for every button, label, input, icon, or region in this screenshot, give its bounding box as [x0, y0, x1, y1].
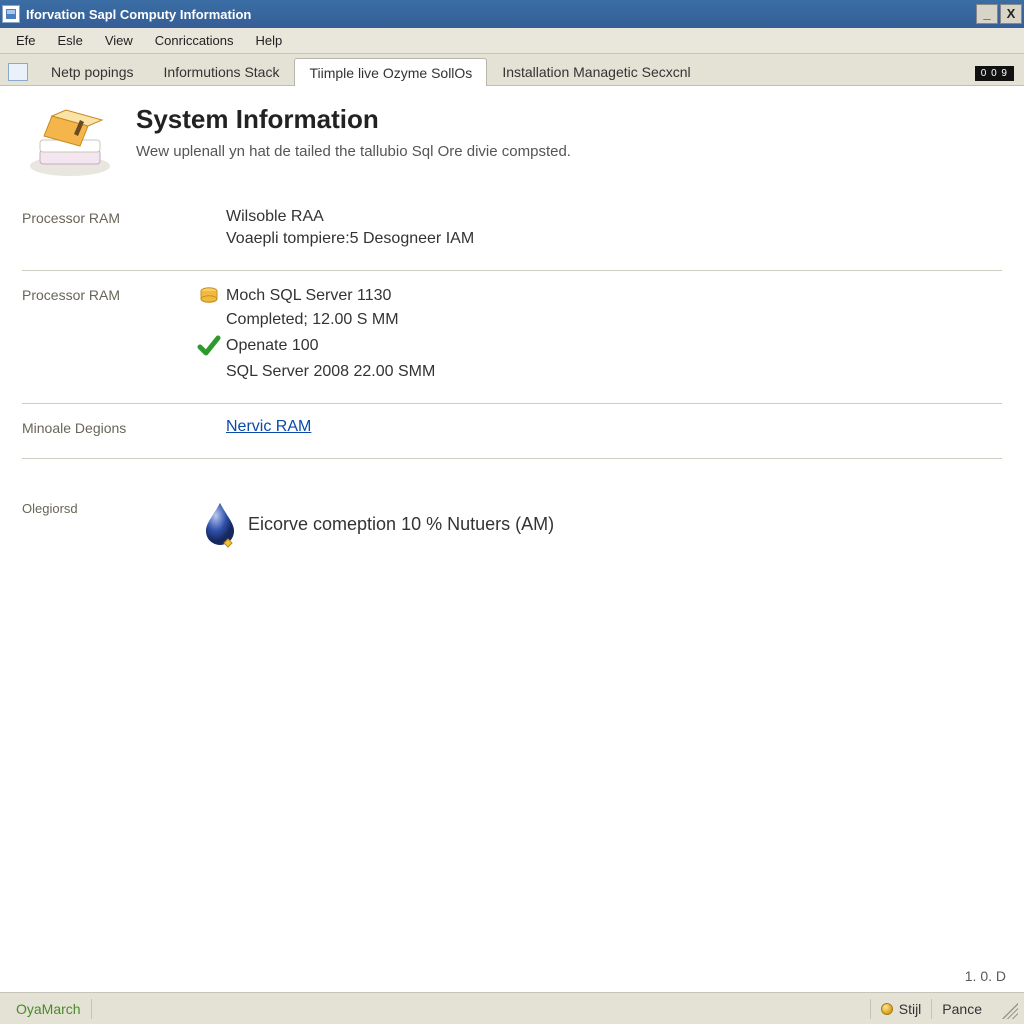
- row-value: SQL Server 2008 22.00 SMM: [226, 363, 1002, 381]
- row-minoale-degions: Minoale Degions Nervic RAM: [22, 404, 1002, 459]
- titlebar: Iforvation Sapl Computy Information _ X: [0, 0, 1024, 28]
- row-value: Moch SQL Server 1130: [226, 287, 1002, 305]
- row-label: Processor RAM: [22, 285, 192, 385]
- status-left[interactable]: OyaMarch: [6, 999, 92, 1019]
- minimize-button[interactable]: _: [976, 4, 998, 24]
- tabbar-icon: [8, 63, 28, 81]
- menu-conriccations[interactable]: Conriccations: [145, 30, 244, 51]
- computer-stack-icon: [22, 104, 122, 184]
- window-title: Iforvation Sapl Computy Information: [26, 7, 976, 22]
- row-olegiorsd: Olegiorsd Eicorve comeption 10 % Nutuers…: [22, 459, 1002, 571]
- row-processor-ram-2: Processor RAM Moch SQL Server 1130 Compl…: [22, 271, 1002, 404]
- menu-help[interactable]: Help: [246, 30, 293, 51]
- row-label: Minoale Degions: [22, 418, 192, 440]
- content-area: System Information Wew uplenall yn hat d…: [0, 86, 1024, 992]
- row-label: Processor RAM: [22, 208, 192, 252]
- nervic-ram-link[interactable]: Nervic RAM: [226, 418, 1002, 436]
- row-value: Openate 100: [226, 337, 1002, 355]
- resize-grip-icon[interactable]: [998, 999, 1018, 1019]
- page-header: System Information Wew uplenall yn hat d…: [0, 86, 1024, 194]
- statusbar: OyaMarch Stijl Pance: [0, 992, 1024, 1024]
- row-value: Eicorve comeption 10 % Nutuers (AM): [248, 514, 1002, 535]
- menu-efe[interactable]: Efe: [6, 30, 46, 51]
- menu-view[interactable]: View: [95, 30, 143, 51]
- status-button-pance[interactable]: Pance: [931, 999, 992, 1019]
- menu-esle[interactable]: Esle: [48, 30, 93, 51]
- row-value: Completed; 12.00 S MM: [226, 311, 1002, 329]
- row-label: Olegiorsd: [22, 499, 192, 553]
- version-label: 1. 0. D: [965, 968, 1006, 984]
- status-button-stijl[interactable]: Stijl: [870, 999, 932, 1019]
- row-processor-ram-1: Processor RAM Wilsoble RAA Voaepli tompi…: [22, 194, 1002, 271]
- tab-informations-stack[interactable]: Informutions Stack: [149, 57, 295, 85]
- row-value: Wilsoble RAA: [226, 208, 1002, 226]
- status-button-label: Pance: [942, 1001, 982, 1017]
- menubar: Efe Esle View Conriccations Help: [0, 28, 1024, 54]
- tab-timple-live[interactable]: Tiimple live Ozyme SollOs: [294, 58, 487, 86]
- check-icon: [192, 333, 226, 359]
- tabbar-badge: 0 0 9: [975, 66, 1014, 81]
- window-controls: _ X: [976, 4, 1022, 24]
- tab-netp-popings[interactable]: Netp popings: [36, 57, 149, 85]
- close-button[interactable]: X: [1000, 4, 1022, 24]
- page-subtitle: Wew uplenall yn hat de tailed the tallub…: [136, 143, 571, 160]
- app-icon: [2, 5, 20, 23]
- tabbar: Netp popings Informutions Stack Tiimple …: [0, 54, 1024, 86]
- status-button-label: Stijl: [899, 1001, 922, 1017]
- database-icon: [192, 285, 226, 307]
- row-value: Voaepli tompiere:5 Desogneer IAM: [226, 230, 1002, 248]
- drop-icon: [192, 499, 248, 549]
- info-rows: Processor RAM Wilsoble RAA Voaepli tompi…: [0, 194, 1024, 571]
- status-dot-icon: [881, 1003, 893, 1015]
- page-title: System Information: [136, 104, 571, 135]
- tab-installation-managetic[interactable]: Installation Managetic Secxcnl: [487, 57, 705, 85]
